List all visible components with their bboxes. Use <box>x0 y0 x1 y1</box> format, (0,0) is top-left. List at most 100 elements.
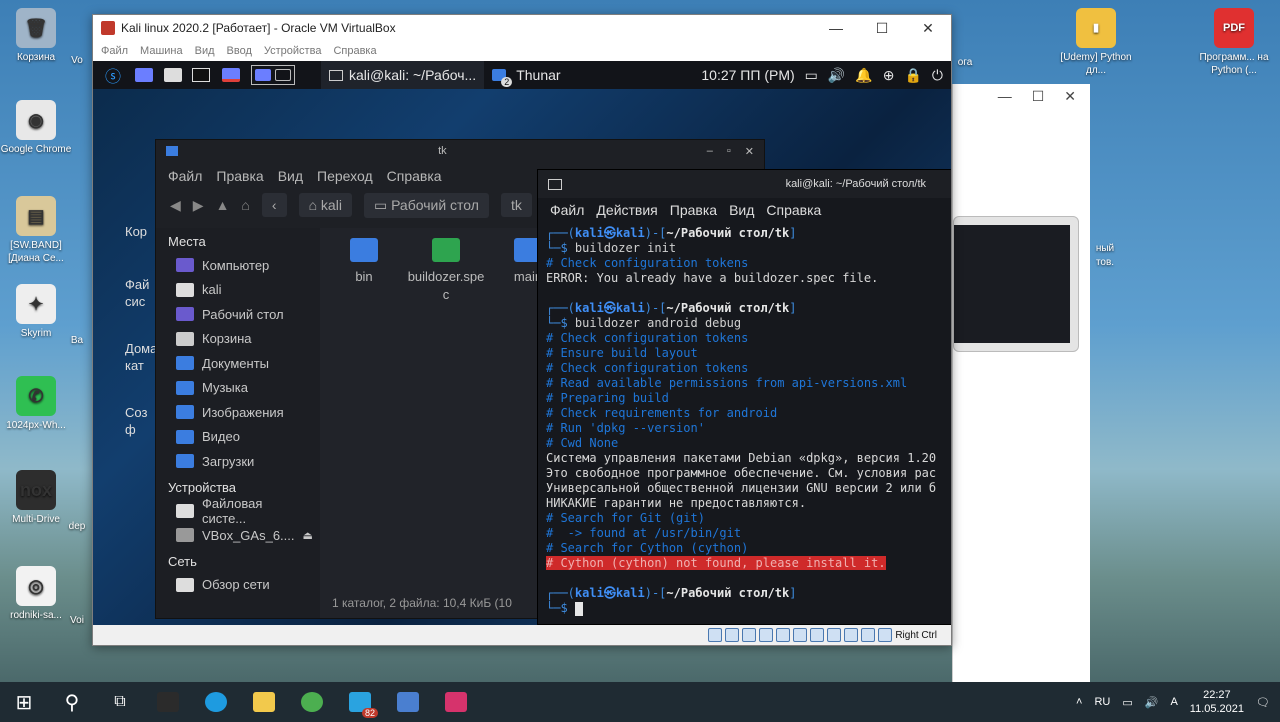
sidebar-item[interactable]: Рабочий стол <box>156 302 320 327</box>
sidebar-item[interactable]: Обзор сети <box>156 573 320 598</box>
taskbar-app-search[interactable]: ⚲ <box>48 682 96 722</box>
eject-icon[interactable]: ⏏ <box>303 529 313 542</box>
file-item[interactable]: buildozer.spec <box>406 238 486 304</box>
sidebar-item[interactable]: Корзина <box>156 327 320 352</box>
virtualbox-window[interactable]: Kali linux 2020.2 [Работает] - Oracle VM… <box>92 14 952 646</box>
language-indicator[interactable]: RU <box>1094 696 1110 708</box>
back-arrow-icon[interactable]: ◀ <box>170 197 181 214</box>
minimize-icon[interactable]: — <box>998 88 1012 104</box>
file-manager-launcher-icon[interactable] <box>159 65 187 85</box>
close-icon[interactable]: ✕ <box>745 145 754 158</box>
taskbar-app-virtualbox[interactable] <box>384 682 432 722</box>
workspace-switcher[interactable] <box>251 65 295 85</box>
hidden-icons-chevron-icon[interactable]: ˄ <box>1076 696 1082 708</box>
host-side-window[interactable]: — ☐ ✕ <box>952 84 1090 684</box>
terminal-launcher-icon[interactable] <box>187 65 215 85</box>
sidebar-item[interactable]: Компьютер <box>156 253 320 278</box>
menu-help[interactable]: Справка <box>333 45 376 57</box>
mouse-integration-icon[interactable] <box>861 628 876 642</box>
vm-preview-thumbnail[interactable] <box>953 216 1079 352</box>
desktop-icon[interactable]: nox Multi-Drive <box>0 470 72 526</box>
terminal-window[interactable]: kali@kali: ~/Рабочий стол/tk Файл Действ… <box>537 169 951 625</box>
taskbar-clock[interactable]: 22:27 11.05.2021 <box>1190 688 1244 716</box>
taskbar-app-task-view[interactable]: ⧉ <box>96 682 144 722</box>
browser-launcher-icon[interactable] <box>215 65 247 85</box>
minimize-button[interactable]: — <box>813 20 859 37</box>
volume-icon[interactable]: 🔊 <box>828 67 845 84</box>
power-icon[interactable]: ⏻ <box>932 67 943 84</box>
up-arrow-icon[interactable]: ▲ <box>216 197 230 213</box>
sidebar-item[interactable]: Документы <box>156 351 320 376</box>
close-icon[interactable]: ✕ <box>1064 88 1076 105</box>
display-icon[interactable]: ▭ <box>805 67 818 84</box>
desktop-icon[interactable]: PDF Программ... на Python (... <box>1196 8 1272 77</box>
home-icon[interactable]: ⌂ <box>241 197 249 213</box>
sidebar-item[interactable]: VBox_GAs_6.... ⏏ <box>156 523 320 548</box>
breadcrumb-kali[interactable]: ⌂ kali <box>298 193 352 217</box>
taskbar-item-thunar[interactable]: 2 Thunar <box>484 67 568 87</box>
menu-view[interactable]: Вид <box>195 45 215 57</box>
desktop-icon[interactable]: ✦ Skyrim <box>0 284 72 340</box>
taskbar-app-edge[interactable] <box>192 682 240 722</box>
sidebar-item[interactable]: Музыка <box>156 376 320 401</box>
breadcrumb-back[interactable]: ‹ <box>261 193 287 217</box>
audio-icon[interactable] <box>742 628 757 642</box>
thunar-menu-help[interactable]: Справка <box>387 168 442 184</box>
lock-icon[interactable]: 🔒 <box>904 67 921 84</box>
maximize-button[interactable]: ☐ <box>859 20 905 37</box>
sidebar-item[interactable]: Загрузки <box>156 449 320 474</box>
ime-icon[interactable]: А <box>1170 696 1177 708</box>
terminal-menu-view[interactable]: Вид <box>729 202 754 218</box>
menu-machine[interactable]: Машина <box>140 45 183 57</box>
taskbar-app-telegram[interactable]: 82 <box>336 682 384 722</box>
update-icon[interactable]: ⊕ <box>883 67 895 84</box>
desktop-icon[interactable]: ✆ 1024px-Wh... <box>0 376 72 432</box>
taskbar-app-chrome[interactable] <box>288 682 336 722</box>
taskbar-app-explorer[interactable] <box>240 682 288 722</box>
taskbar-app-start[interactable]: ⊞ <box>0 682 48 722</box>
terminal-menu-actions[interactable]: Действия <box>596 202 657 218</box>
shared-folder-icon[interactable] <box>793 628 808 642</box>
display-icon[interactable] <box>810 628 825 642</box>
terminal-menu-help[interactable]: Справка <box>766 202 821 218</box>
taskbar-app-app-red[interactable] <box>432 682 480 722</box>
keyboard-icon[interactable] <box>878 628 893 642</box>
desktop-icon[interactable]: ◉ Google Chrome <box>0 100 72 156</box>
sidebar-item[interactable]: Видео <box>156 425 320 450</box>
sidebar-item[interactable]: kali <box>156 278 320 303</box>
network-icon[interactable]: ▭ <box>1122 696 1132 709</box>
file-item[interactable]: bin <box>324 238 404 286</box>
close-button[interactable]: ✕ <box>905 20 951 37</box>
terminal-output[interactable]: ┌──(kali㉿kali)-[~/Рабочий стол/tk] └─$ bu… <box>538 222 951 620</box>
taskbar-item-terminal[interactable]: kali@kali: ~/Рабоч... <box>321 61 485 89</box>
thunar-menu-edit[interactable]: Правка <box>216 168 263 184</box>
terminal-menu-edit[interactable]: Правка <box>670 202 717 218</box>
notification-bell-icon[interactable]: 🔔 <box>855 67 872 84</box>
taskbar-app-terminal[interactable] <box>144 682 192 722</box>
maximize-icon[interactable]: ▫ <box>727 145 731 158</box>
thunar-menu-file[interactable]: Файл <box>168 168 202 184</box>
menu-input[interactable]: Ввод <box>227 45 252 57</box>
workspace-icon[interactable] <box>129 65 159 85</box>
breadcrumb-desktop[interactable]: ▭ Рабочий стол <box>363 192 489 218</box>
terminal-menu-file[interactable]: Файл <box>550 202 584 218</box>
sidebar-item[interactable]: Изображения <box>156 400 320 425</box>
minimize-icon[interactable]: – <box>707 145 713 158</box>
recording-icon[interactable] <box>827 628 842 642</box>
optical-drive-icon[interactable] <box>725 628 740 642</box>
volume-icon[interactable]: 🔊 <box>1145 696 1159 709</box>
sidebar-item[interactable]: Файловая систе... <box>156 496 320 526</box>
hdd-icon[interactable] <box>708 628 723 642</box>
panel-clock[interactable]: 10:27 ПП (PM) <box>701 67 794 83</box>
menu-devices[interactable]: Устройства <box>264 45 322 57</box>
thunar-menu-view[interactable]: Вид <box>278 168 303 184</box>
desktop-icon[interactable]: ▤ [SW.BAND] [Диана Се... <box>0 196 72 265</box>
forward-arrow-icon[interactable]: ▶ <box>193 197 204 214</box>
breadcrumb-tk[interactable]: tk <box>500 193 532 217</box>
kali-menu-icon[interactable]: ⓢ <box>97 65 129 86</box>
thunar-menu-go[interactable]: Переход <box>317 168 373 184</box>
network-icon[interactable] <box>759 628 774 642</box>
notifications-icon[interactable]: 🗨 <box>1256 696 1270 709</box>
vm-display[interactable]: ⓢ kali@kali: ~/Рабоч... 2 Thunar 10:27 П… <box>93 61 951 625</box>
cpu-icon[interactable] <box>844 628 859 642</box>
